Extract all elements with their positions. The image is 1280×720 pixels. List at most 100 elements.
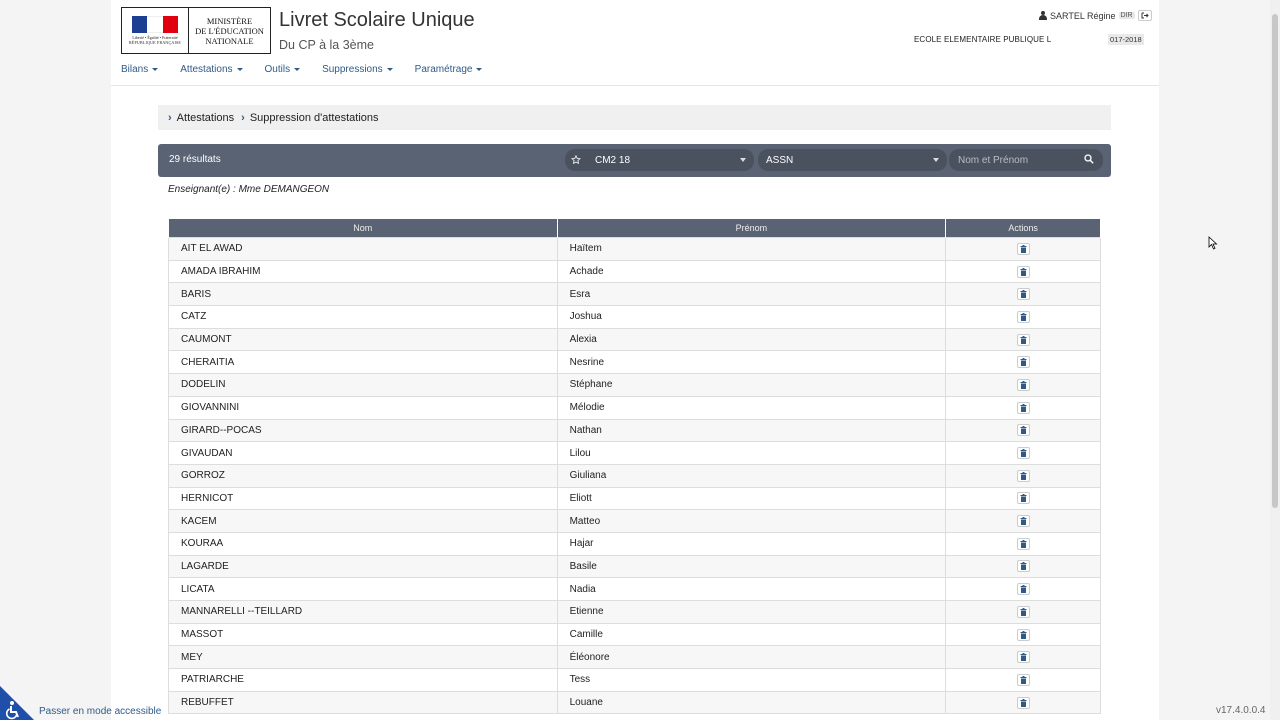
trash-icon <box>1020 403 1027 412</box>
nav-outils[interactable]: Outils <box>265 64 301 75</box>
delete-button[interactable] <box>1016 628 1030 641</box>
cell-actions <box>945 690 1101 715</box>
trash-icon <box>1020 562 1027 571</box>
version-label: v17.4.0.0.4 <box>1216 705 1266 716</box>
delete-button[interactable] <box>1016 583 1030 596</box>
delete-button[interactable] <box>1016 469 1030 482</box>
caret-down-icon <box>740 158 746 162</box>
breadcrumb-attestations[interactable]: Attestations <box>177 112 234 124</box>
caret-down-icon <box>294 68 301 71</box>
cell-nom: LAGARDE <box>168 554 558 579</box>
caret-down-icon <box>152 68 159 71</box>
period-select[interactable]: ASSN <box>758 149 947 171</box>
nav-suppressions[interactable]: Suppressions <box>322 64 393 75</box>
period-select-value: ASSN <box>766 154 794 166</box>
cell-prenom: Matteo <box>556 509 947 533</box>
scrollbar-thumb[interactable] <box>1272 14 1278 508</box>
star-icon <box>571 155 581 165</box>
logout-button[interactable] <box>1137 10 1152 21</box>
delete-button[interactable] <box>1016 651 1030 664</box>
accessibility-button[interactable] <box>0 682 38 720</box>
cell-prenom: Louane <box>556 690 947 715</box>
search-input[interactable] <box>949 149 1079 171</box>
ministry-logo[interactable]: Liberté • Égalité • Fraternité RÉPUBLIQU… <box>121 7 271 54</box>
delete-button[interactable] <box>1016 378 1030 391</box>
column-header-actions: Actions <box>945 218 1101 238</box>
caret-down-icon <box>236 68 243 71</box>
table-row: MANNARELLI --TEILLARD Etienne <box>168 600 1101 624</box>
filter-bar: 29 résultats CM2 18 ASSN <box>158 144 1111 177</box>
trash-icon <box>1020 380 1027 389</box>
trash-icon <box>1020 290 1027 299</box>
ministry-line-3: NATIONALE <box>205 35 254 46</box>
nav-label: Attestations <box>180 64 233 75</box>
column-header-nom[interactable]: Nom <box>168 218 558 238</box>
trash-icon <box>1020 267 1027 276</box>
search-box <box>949 149 1103 171</box>
cell-nom: DODELIN <box>168 373 558 397</box>
nav-bilans[interactable]: Bilans <box>121 64 159 75</box>
cell-prenom: Basile <box>556 554 947 579</box>
column-header-prenom[interactable]: Prénom <box>556 218 947 238</box>
nav-parametrage[interactable]: Paramétrage <box>415 64 483 75</box>
cell-nom: BARIS <box>168 282 558 307</box>
table-row: AMADA IBRAHIM Achade <box>168 259 1101 284</box>
delete-button[interactable] <box>1016 605 1030 618</box>
delete-button[interactable] <box>1016 424 1030 437</box>
delete-button[interactable] <box>1016 673 1030 686</box>
results-count: 29 résultats <box>169 154 221 165</box>
ministry-line-1: MINISTÈRE <box>206 15 253 26</box>
delete-button[interactable] <box>1016 515 1030 528</box>
accessible-mode-link[interactable]: Passer en mode accessible <box>39 706 161 717</box>
delete-button[interactable] <box>1016 401 1030 414</box>
french-flag-icon <box>132 16 178 33</box>
trash-icon <box>1020 312 1027 321</box>
cell-actions <box>945 554 1101 579</box>
user-icon <box>1039 11 1047 20</box>
table-row: GORROZ Giuliana <box>168 463 1101 488</box>
cell-prenom: Alexia <box>556 327 947 352</box>
delete-button[interactable] <box>1016 288 1030 301</box>
table-row: MASSOT Camille <box>168 622 1101 647</box>
table-row: LICATA Nadia <box>168 577 1101 601</box>
trash-icon <box>1020 517 1027 526</box>
trash-icon <box>1020 426 1027 435</box>
cell-actions <box>945 282 1101 307</box>
main-nav: Bilans Attestations Outils Suppressions … <box>121 64 504 75</box>
cell-prenom: Achade <box>556 259 947 284</box>
delete-button[interactable] <box>1016 265 1030 278</box>
delete-button[interactable] <box>1016 333 1030 346</box>
class-select-value: CM2 18 <box>595 154 631 166</box>
table-row: GIRARD--POCAS Nathan <box>168 418 1101 443</box>
page-container: Liberté • Égalité • Fraternité RÉPUBLIQU… <box>0 0 1159 720</box>
class-select[interactable]: CM2 18 <box>587 149 754 171</box>
nav-label: Paramétrage <box>414 64 473 75</box>
delete-button[interactable] <box>1016 696 1030 709</box>
favorite-button[interactable] <box>565 149 587 171</box>
delete-button[interactable] <box>1016 356 1030 369</box>
cell-actions <box>945 622 1101 647</box>
trash-icon <box>1020 358 1027 367</box>
cell-nom: HERNICOT <box>168 486 558 511</box>
cell-nom: CAUMONT <box>168 327 558 352</box>
nav-attestations[interactable]: Attestations <box>180 64 243 75</box>
cell-nom: LICATA <box>168 577 558 601</box>
trash-icon <box>1020 607 1027 616</box>
cell-nom: PATRIARCHE <box>168 668 558 692</box>
delete-button[interactable] <box>1016 492 1030 505</box>
delete-button[interactable] <box>1016 560 1030 573</box>
cell-nom: AIT EL AWAD <box>168 237 558 261</box>
mouse-cursor-icon <box>1208 236 1218 250</box>
table-row: KOURAA Hajar <box>168 531 1101 556</box>
cell-nom: MASSOT <box>168 622 558 647</box>
cell-actions <box>945 668 1101 692</box>
cell-prenom: Lilou <box>556 441 947 465</box>
delete-button[interactable] <box>1016 537 1030 550</box>
search-icon[interactable] <box>1084 154 1094 164</box>
cell-actions <box>945 509 1101 533</box>
delete-button[interactable] <box>1016 242 1030 255</box>
delete-button[interactable] <box>1016 447 1030 460</box>
cell-actions <box>945 237 1101 261</box>
breadcrumb-current: Suppression d'attestations <box>249 111 379 124</box>
delete-button[interactable] <box>1016 310 1030 323</box>
